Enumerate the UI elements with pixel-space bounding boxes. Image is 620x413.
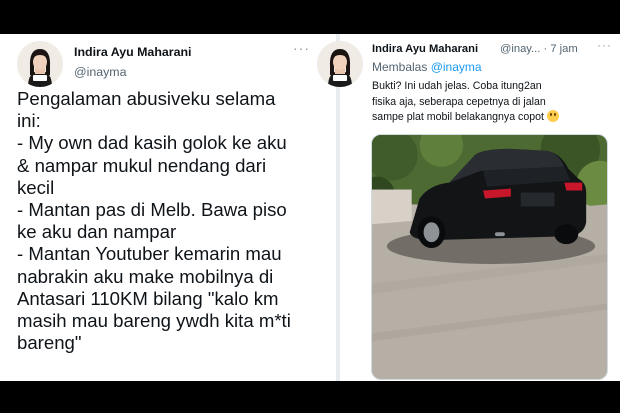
replying-to: Membalas @inayma [372,60,482,74]
reply-tweet-text: Bukti? Ini udah jelas. Coba itung2an fis… [372,79,616,126]
reply-author-handle-time[interactable]: @inay... · 7 jam [500,43,578,55]
tweet-text-line: - Mantan pas di Melb. Bawa piso [17,199,287,221]
tweet-text-line: masih mau bareng ywdh kita m*ti [17,310,291,332]
tweet-text-line: kecil [17,176,55,198]
tweet-text-line: - Mantan Youtuber kemarin mau [17,243,282,265]
attached-photo[interactable] [371,134,608,380]
reply-author-avatar[interactable] [317,41,363,87]
tweet-text-line: ini: [17,110,41,132]
tweet-text-line: - My own dad kasih golok ke aku [17,132,287,154]
author-avatar[interactable] [17,41,63,87]
author-name[interactable]: Indira Ayu Maharani [74,45,192,59]
tweet-text-line: Bukti? Ini udah jelas. Coba itung2an [372,80,542,92]
tweet-text-line: Pengalaman abusiveku selama [17,88,276,109]
more-horizontal-icon[interactable]: ··· [293,40,310,56]
replying-to-label: Membalas [372,60,428,74]
mention-link[interactable]: @inayma [431,60,482,74]
more-horizontal-icon[interactable]: ··· [597,38,612,52]
tweet-text-line: & nampar mukul nendang dari [17,154,267,176]
bottom-black-bar [0,381,620,413]
tweet-text-line: Antasari 110KM bilang "kalo km [17,287,279,309]
top-black-bar [0,0,620,34]
smiling-face-emoji-icon [546,110,559,122]
tweet-text-line: nabrakin aku make mobilnya di [17,265,274,287]
tweet-text-line: sampe plat mobil belakangnya copot [372,111,544,123]
author-handle[interactable]: @inayma [74,65,127,79]
tweet-text-line: ke aku dan nampar [17,221,177,243]
tweet-text-line: fisika aja, seberapa cepetnya di jalan [372,95,546,108]
reply-author-name[interactable]: Indira Ayu Maharani [372,43,478,55]
tweet-text: Pengalaman abusiveku selama ini: - My ow… [17,88,333,354]
tweet-text-line: bareng" [17,332,82,354]
